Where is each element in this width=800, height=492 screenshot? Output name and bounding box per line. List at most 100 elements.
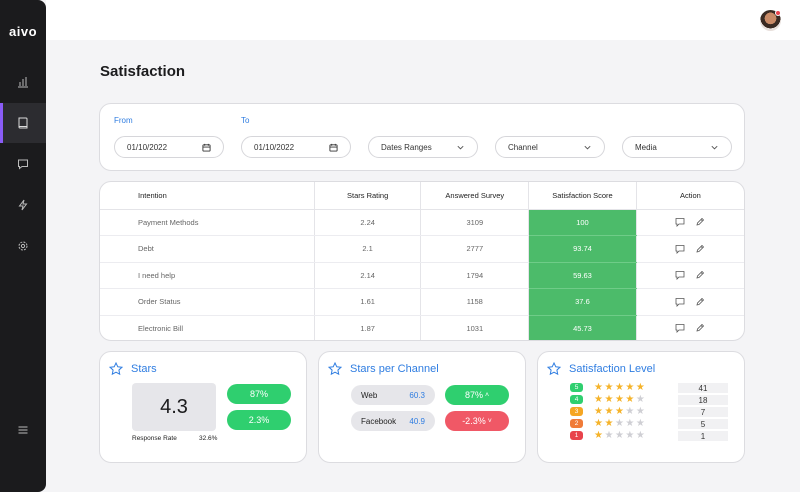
col-header[interactable]: Intention [100, 182, 315, 210]
answered-survey-cell: 1158 [420, 288, 529, 316]
satisfaction-score-cell: 37.6 [528, 288, 637, 316]
answered-survey-cell: 1794 [420, 262, 529, 289]
level-title: Satisfaction Level [569, 363, 656, 375]
stars-secondary-pill: 2.3% [227, 410, 291, 430]
pencil-icon[interactable] [695, 217, 705, 227]
dates-ranges-select[interactable]: Dates Ranges [368, 136, 478, 158]
channel-label: Channel [508, 142, 538, 152]
comment-icon[interactable] [675, 217, 685, 228]
action-cell [635, 315, 744, 340]
chart-icon [18, 77, 28, 88]
level-count: 41 [678, 383, 728, 393]
menu-icon [18, 426, 28, 434]
pencil-icon[interactable] [695, 270, 705, 280]
rating-stars: ★★★★★ [594, 406, 647, 417]
media-label: Media [635, 142, 657, 152]
satisfaction-level-panel: Satisfaction Level 5 ★★★★★ 41 4 ★★★★★ 18 3 ★★★★… [537, 351, 745, 463]
channel-name: Web [361, 390, 378, 400]
nav-chat[interactable] [0, 144, 46, 184]
response-rate-label: Response Rate [132, 435, 177, 442]
level-row: 4 ★★★★★ 18 [570, 394, 750, 406]
channel-name: Facebook [361, 416, 397, 426]
response-rate-value: 32.6% [199, 435, 218, 442]
row-actions [637, 217, 744, 228]
book-icon [18, 117, 28, 129]
comment-icon[interactable] [675, 270, 685, 281]
action-cell [635, 262, 744, 289]
from-date-field[interactable]: 01/10/2022 [114, 136, 224, 158]
star-outline-icon [109, 362, 123, 376]
stars-rating-cell: 2.24 [313, 209, 421, 236]
nav-bolt[interactable] [0, 185, 46, 225]
intentions-table: Intention Stars Rating Answered Survey S… [100, 182, 744, 340]
channel-value: 60.3 [409, 390, 425, 400]
nav-menu[interactable] [0, 410, 46, 450]
col-header[interactable]: Stars Rating [313, 182, 421, 210]
stars-rating-cell: 2.14 [313, 262, 421, 289]
satisfaction-score-cell: 59.63 [528, 262, 637, 289]
satisfaction-score-cell: 93.74 [528, 235, 637, 263]
intention-cell: Electronic Bill [100, 315, 315, 340]
level-badge: 4 [570, 395, 583, 404]
chevron-down-icon [584, 145, 591, 149]
action-cell [635, 209, 744, 236]
channel-delta: 87% [464, 390, 483, 400]
top-bar [46, 0, 800, 40]
level-count: 7 [678, 407, 728, 417]
calendar-icon [329, 143, 338, 152]
answered-survey-cell: 3109 [420, 209, 529, 236]
comment-icon[interactable] [675, 244, 685, 254]
channel-web: Web 60.3 [351, 385, 435, 405]
col-header[interactable]: Answered Survey [420, 182, 529, 210]
level-badge: 2 [570, 419, 583, 428]
to-date-value: 01/10/2022 [254, 142, 295, 152]
filters-card: From To 01/10/2022 01/10/2022 Dates Rang… [99, 103, 745, 171]
pencil-icon[interactable] [695, 297, 705, 307]
nav-settings[interactable] [0, 226, 46, 266]
table-row: Debt 2.1 2777 93.74 [100, 235, 744, 263]
nav-book[interactable] [0, 103, 46, 143]
row-actions [637, 244, 744, 254]
page-title: Satisfaction [100, 63, 186, 80]
dates-ranges-label: Dates Ranges [381, 142, 432, 152]
level-count: 5 [678, 419, 728, 429]
col-header[interactable]: Satisfaction Score [528, 182, 637, 210]
gear-icon [18, 241, 28, 251]
media-select[interactable]: Media [622, 136, 732, 158]
comment-icon[interactable] [675, 323, 685, 334]
intention-cell: Debt [100, 235, 315, 263]
table-row: Electronic Bill 1.87 1031 45.73 [100, 315, 744, 340]
stars-title: Stars [131, 363, 157, 375]
answered-survey-cell: 1031 [420, 315, 529, 340]
level-badge: 3 [570, 407, 583, 416]
table-row: Payment Methods 2.24 3109 100 [100, 209, 744, 236]
calendar-icon [202, 143, 211, 152]
stars-positive-pill: 87% [227, 384, 291, 404]
pencil-icon[interactable] [695, 323, 705, 333]
table-row: I need help 2.14 1794 59.63 [100, 262, 744, 289]
to-label: To [241, 116, 250, 125]
level-badge: 5 [570, 383, 583, 392]
level-row: 3 ★★★★★ 7 [570, 406, 750, 418]
level-row: 2 ★★★★★ 5 [570, 418, 750, 430]
stars-rating-cell: 1.61 [313, 288, 421, 316]
channel-title: Stars per Channel [350, 363, 439, 375]
nav-analytics[interactable] [0, 62, 46, 102]
chat-icon [18, 159, 28, 170]
level-count: 18 [678, 395, 728, 405]
channel-delta: -2.3% [462, 416, 486, 426]
rating-stars: ★★★★★ [594, 382, 647, 393]
channel-select[interactable]: Channel [495, 136, 605, 158]
level-row: 5 ★★★★★ 41 [570, 382, 750, 394]
pencil-icon[interactable] [695, 244, 705, 254]
up-arrow-icon: ˄ [484, 391, 490, 399]
answered-survey-cell: 2777 [420, 235, 529, 263]
comment-icon[interactable] [675, 297, 685, 307]
channel-value: 40.9 [409, 416, 425, 426]
satisfaction-score-cell: 45.73 [528, 315, 637, 340]
channel-facebook: Facebook 40.9 [351, 411, 435, 431]
notification-dot [775, 10, 781, 16]
rating-stars: ★★★★★ [594, 394, 647, 405]
to-date-field[interactable]: 01/10/2022 [241, 136, 351, 158]
level-badge: 1 [570, 431, 583, 440]
